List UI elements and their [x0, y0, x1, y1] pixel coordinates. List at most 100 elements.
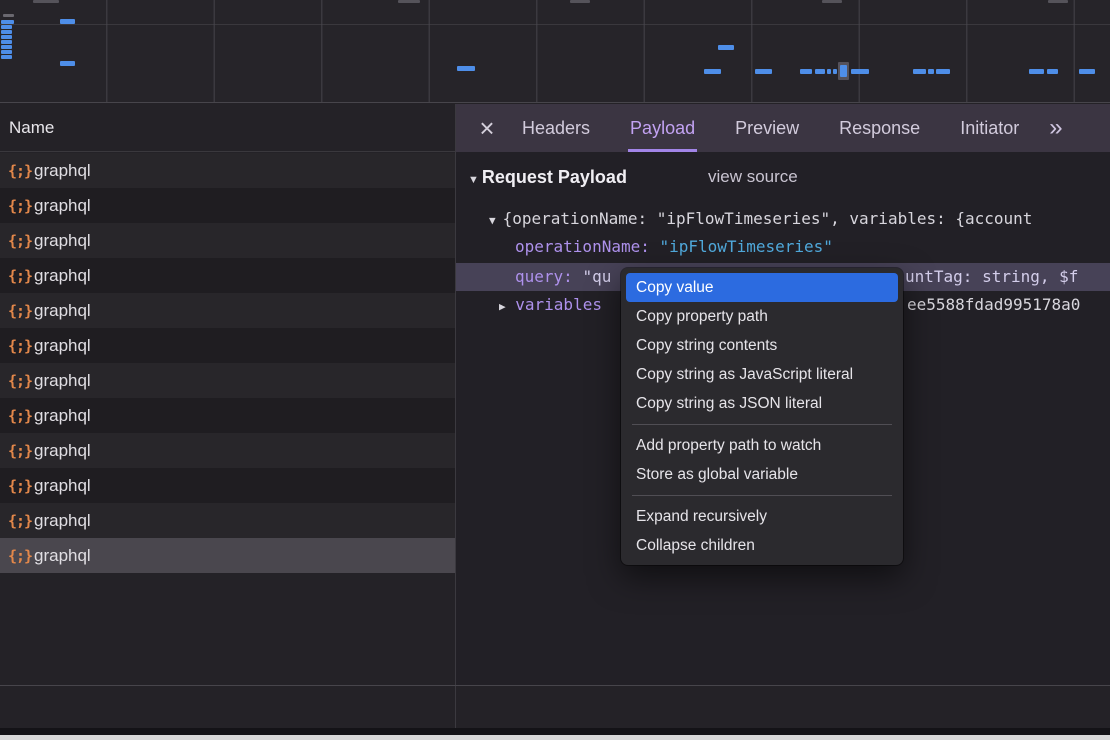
request-bar	[718, 45, 734, 50]
gray-bar	[3, 14, 14, 17]
request-bar	[1, 30, 12, 34]
request-row[interactable]: {;}graphql	[0, 223, 455, 258]
tab-payload[interactable]: Payload	[628, 104, 697, 152]
expand-triangle-icon[interactable]: ▶	[499, 300, 506, 313]
menu-item-copy-string-contents[interactable]: Copy string contents	[626, 331, 898, 360]
request-list: {;}graphql{;}graphql{;}graphql{;}graphql…	[0, 153, 455, 573]
json-root-preview: {operationName: "ipFlowTimeseries", vari…	[503, 209, 1033, 228]
request-row[interactable]: {;}graphql	[0, 188, 455, 223]
window-bottom-bar	[0, 728, 1110, 735]
request-name: graphql	[34, 441, 91, 461]
json-string-value: "ipFlowTimeseries"	[660, 237, 833, 256]
tab-headers[interactable]: Headers	[520, 104, 592, 152]
request-row[interactable]: {;}graphql	[0, 398, 455, 433]
json-request-icon: {;}	[8, 477, 34, 495]
section-title: Request Payload	[482, 167, 627, 187]
request-row[interactable]: {;}graphql	[0, 258, 455, 293]
request-name: graphql	[34, 196, 91, 216]
menu-item-copy-property-path[interactable]: Copy property path	[626, 302, 898, 331]
json-request-icon: {;}	[8, 162, 34, 180]
more-tabs-icon[interactable]: »	[1049, 114, 1062, 142]
menu-item-add-property-path-to-watch[interactable]: Add property path to watch	[626, 431, 898, 460]
request-name: graphql	[34, 336, 91, 356]
json-string-value: "qu	[582, 267, 611, 286]
menu-separator	[632, 424, 892, 425]
json-request-icon: {;}	[8, 232, 34, 250]
name-column-header[interactable]: Name	[0, 104, 455, 152]
view-source-link[interactable]: view source	[708, 164, 798, 190]
context-menu: Copy valueCopy property pathCopy string …	[621, 268, 903, 565]
request-bar	[800, 69, 812, 74]
edge-tick	[822, 0, 842, 3]
request-bar	[928, 69, 934, 74]
tabs: Headers Payload Preview Response Initiator	[520, 104, 1057, 152]
request-bar	[936, 69, 950, 74]
request-row[interactable]: {;}graphql	[0, 468, 455, 503]
request-bar	[1029, 69, 1044, 74]
menu-item-store-as-global-variable[interactable]: Store as global variable	[626, 460, 898, 489]
json-key: operationName:	[515, 237, 650, 256]
request-row[interactable]: {;}graphql	[0, 433, 455, 468]
json-row-query-right: untTag: string, $f	[905, 263, 1110, 291]
json-request-icon: {;}	[8, 547, 34, 565]
menu-separator	[632, 495, 892, 496]
request-bar	[1, 35, 12, 39]
detail-tabbar: × Headers Payload Preview Response Initiator…	[456, 104, 1110, 152]
request-name: graphql	[34, 476, 91, 496]
json-row-variables-right: ee5588fdad995178a0	[907, 291, 1080, 319]
request-bar	[60, 19, 75, 24]
request-name: graphql	[34, 511, 91, 531]
json-row-query-left: query: "qu	[515, 263, 611, 291]
request-bar	[1, 45, 12, 49]
menu-item-expand-recursively[interactable]: Expand recursively	[626, 502, 898, 531]
edge-tick	[33, 0, 59, 3]
request-name: graphql	[34, 301, 91, 321]
request-bar	[913, 69, 926, 74]
request-bar	[851, 69, 869, 74]
json-key: query:	[515, 267, 573, 286]
menu-item-collapse-children[interactable]: Collapse children	[626, 531, 898, 560]
json-request-icon: {;}	[8, 512, 34, 530]
request-bar	[1, 40, 12, 44]
request-row[interactable]: {;}graphql	[0, 503, 455, 538]
name-column-label: Name	[9, 118, 54, 137]
json-request-icon: {;}	[8, 302, 34, 320]
json-request-icon: {;}	[8, 337, 34, 355]
request-name: graphql	[34, 231, 91, 251]
request-name: graphql	[34, 546, 91, 566]
edge-tick	[398, 0, 420, 3]
json-root-row[interactable]: ▼ {operationName: "ipFlowTimeseries", var…	[489, 206, 1110, 232]
tab-preview[interactable]: Preview	[733, 104, 801, 152]
request-bar	[833, 69, 837, 74]
request-row[interactable]: {;}graphql	[0, 153, 455, 188]
menu-item-copy-value[interactable]: Copy value	[626, 273, 898, 302]
request-row[interactable]: {;}graphql	[0, 293, 455, 328]
network-overview-strip[interactable]	[0, 0, 1110, 103]
window-bottom-edge	[0, 735, 1110, 740]
overview-gridline	[0, 24, 1110, 25]
request-name: graphql	[34, 371, 91, 391]
tab-initiator[interactable]: Initiator	[958, 104, 1021, 152]
request-bar	[457, 66, 475, 71]
menu-item-copy-string-as-javascript-literal[interactable]: Copy string as JavaScript literal	[626, 360, 898, 389]
request-bar	[1047, 69, 1058, 74]
request-bar	[1, 20, 14, 24]
devtools-network-panel: Name {;}graphql{;}graphql{;}graphql{;}gr…	[0, 0, 1110, 740]
tab-response[interactable]: Response	[837, 104, 922, 152]
collapse-triangle-icon[interactable]: ▼	[468, 174, 479, 186]
collapse-triangle-icon[interactable]: ▼	[489, 214, 496, 227]
request-bar	[1, 25, 12, 29]
request-row[interactable]: {;}graphql	[0, 538, 455, 573]
request-bar	[704, 69, 721, 74]
json-row-operationname[interactable]: operationName: "ipFlowTimeseries"	[515, 234, 833, 260]
menu-item-copy-string-as-json-literal[interactable]: Copy string as JSON literal	[626, 389, 898, 418]
json-row-variables[interactable]: ▶ variables	[499, 291, 602, 319]
edge-tick	[1048, 0, 1068, 3]
request-payload-section[interactable]: ▼Request Payload	[468, 164, 627, 190]
request-row[interactable]: {;}graphql	[0, 328, 455, 363]
close-icon[interactable]: ×	[478, 119, 496, 137]
request-row[interactable]: {;}graphql	[0, 363, 455, 398]
request-name: graphql	[34, 406, 91, 426]
request-bar	[815, 69, 825, 74]
json-request-icon: {;}	[8, 407, 34, 425]
